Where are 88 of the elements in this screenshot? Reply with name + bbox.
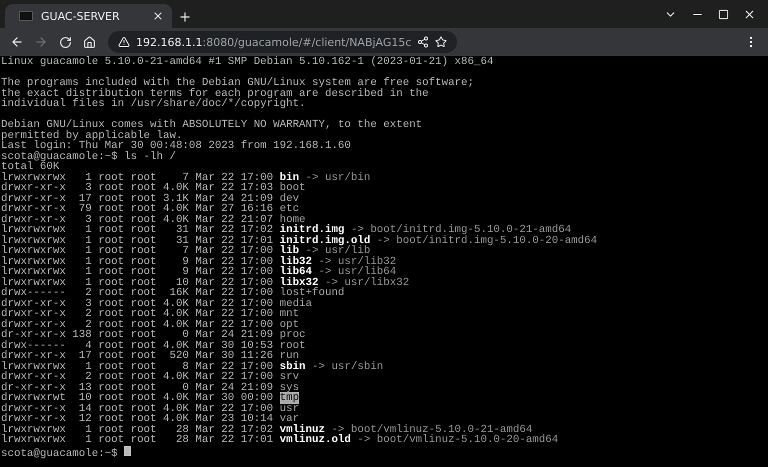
link-target: -> usr/bin bbox=[306, 172, 370, 184]
file-name: vmlinuz bbox=[280, 424, 325, 436]
file-info: lrwxrwxrwx 1 root root 7 Mar 22 17:00 bbox=[1, 245, 274, 257]
file-name: proc bbox=[280, 329, 306, 341]
file-info: drwxr-xr-x 2 root root 4.0K Mar 22 17:00 bbox=[1, 308, 274, 320]
maximize-icon[interactable] bbox=[718, 8, 729, 20]
file-name: run bbox=[280, 350, 300, 362]
file-info: drwxr-xr-x 3 root root 4.0K Mar 22 17:00 bbox=[1, 298, 274, 310]
terminal-text: total 60K bbox=[1, 161, 60, 173]
file-info: lrwxrwxrwx 1 root root 31 Mar 22 17:02 bbox=[1, 224, 274, 236]
text-cursor bbox=[124, 446, 131, 456]
file-info: drwx------ 2 root root 16K Mar 22 17:00 bbox=[1, 287, 274, 299]
terminal-text: Linux guacamole 5.10.0-21-amd64 #1 SMP Debian 5.10.162-1 (2023-01-21) x86_64 bbox=[1, 56, 494, 68]
file-info: drwxr-xr-x 14 root root 4.0K Mar 22 17:00 bbox=[1, 402, 274, 414]
file-info: drwxr-xr-x 12 root root 4.0K Mar 23 10:14 bbox=[1, 413, 274, 425]
file-info: dr-xr-xr-x 138 root root 0 Mar 24 21:09 bbox=[1, 329, 274, 341]
file-name: vmlinuz.old bbox=[280, 434, 351, 446]
file-name: sbin bbox=[280, 360, 306, 372]
file-info: lrwxrwxrwx 1 root root 28 Mar 22 17:01 bbox=[1, 434, 274, 446]
file-name: root bbox=[280, 340, 306, 352]
file-name: opt bbox=[280, 318, 300, 330]
warning-icon[interactable] bbox=[118, 36, 130, 48]
file-name: initrd.img.old bbox=[280, 234, 370, 246]
terminal-text: scota@guacamole:~$ ls -lh / bbox=[1, 150, 176, 162]
file-name: media bbox=[280, 298, 312, 310]
file-name: srv bbox=[280, 371, 300, 383]
file-name: mnt bbox=[280, 308, 300, 320]
terminal-text: The programs included with the Debian GNU/Linux system are free software; bbox=[1, 77, 474, 89]
file-info: lrwxrwxrwx 1 root root 31 Mar 22 17:01 bbox=[1, 234, 274, 246]
file-name: lib64 bbox=[280, 266, 312, 278]
terminal-favicon-icon bbox=[19, 11, 33, 21]
reload-icon bbox=[58, 36, 72, 48]
link-target: -> usr/sbin bbox=[312, 360, 384, 372]
forward-arrow-icon bbox=[34, 35, 48, 49]
url-host: 192.168.1.1 bbox=[136, 36, 202, 48]
terminal-text: individual files in /usr/share/doc/*/copyright. bbox=[1, 98, 306, 110]
file-info: drwxrwxrwt 10 root root 4.0K Mar 30 00:00 bbox=[1, 392, 274, 404]
link-target: -> boot/vmlinuz-5.10.0-21-amd64 bbox=[331, 424, 532, 436]
link-target: -> boot/initrd.img-5.10.0-20-amd64 bbox=[376, 234, 598, 246]
file-info: drwxr-xr-x 79 root root 4.0K Mar 27 16:16 bbox=[1, 203, 274, 215]
shell-prompt: scota@guacamole:~$ bbox=[1, 448, 118, 460]
link-target: -> boot/vmlinuz-5.10.0-20-amd64 bbox=[357, 434, 558, 446]
file-info: dr-xr-xr-x 13 root root 0 Mar 24 21:09 bbox=[1, 382, 274, 394]
plus-icon bbox=[178, 10, 192, 24]
close-icon[interactable] bbox=[743, 8, 756, 20]
link-target: -> usr/lib bbox=[306, 245, 370, 257]
file-info: drwxr-xr-x 17 root root 520 Mar 30 11:26 bbox=[1, 350, 274, 362]
address-bar[interactable]: 192.168.1.1:8080/guacamole/#/client/NABjAG15c bbox=[108, 31, 458, 53]
file-info: lrwxrwxrwx 1 root root 9 Mar 22 17:00 bbox=[1, 266, 274, 278]
link-target: -> usr/libx32 bbox=[324, 276, 410, 288]
file-name: sys bbox=[280, 382, 300, 394]
close-icon[interactable] bbox=[152, 10, 164, 22]
star-icon[interactable] bbox=[435, 36, 448, 48]
link-target: -> boot/initrd.img-5.10.0-21-amd64 bbox=[350, 224, 572, 236]
file-info: lrwxrwxrwx 1 root root 28 Mar 22 17:02 bbox=[1, 424, 274, 436]
browser-tab[interactable]: GUAC-SERVER bbox=[5, 4, 172, 28]
file-name: var bbox=[280, 413, 300, 425]
url-path: :8080/guacamole/#/client/NABjAG15c bbox=[202, 36, 412, 48]
file-info: drwxr-xr-x 2 root root 4.0K Mar 22 17:00 bbox=[1, 371, 274, 383]
file-info: drwxr-xr-x 3 root root 4.0K Mar 22 21:07 bbox=[1, 214, 274, 226]
file-name: libx32 bbox=[280, 276, 318, 288]
file-info: lrwxrwxrwx 1 root root 9 Mar 22 17:00 bbox=[1, 256, 274, 268]
file-info: lrwxrwxrwx 1 root root 8 Mar 22 17:00 bbox=[1, 360, 274, 372]
file-name: initrd.img bbox=[280, 224, 344, 236]
file-name: lib bbox=[280, 245, 300, 257]
file-name: lost+found bbox=[280, 287, 344, 299]
file-info: drwxr-xr-x 17 root root 3.1K Mar 24 21:09 bbox=[1, 192, 274, 204]
file-name: tmp bbox=[280, 392, 300, 404]
file-info: drwx------ 4 root root 4.0K Mar 30 10:53 bbox=[1, 340, 274, 352]
file-name: lib32 bbox=[280, 256, 312, 268]
terminal-text: Last login: Thu Mar 30 00:48:08 2023 from 192.168.1.60 bbox=[1, 140, 351, 152]
link-target: -> usr/lib64 bbox=[318, 266, 396, 278]
terminal-text: Debian GNU/Linux comes with ABSOLUTELY NO WARRANTY, to the extent bbox=[1, 119, 422, 131]
file-name: dev bbox=[280, 192, 300, 204]
home-icon bbox=[82, 36, 96, 48]
file-name: home bbox=[280, 214, 306, 226]
file-name: etc bbox=[280, 203, 300, 215]
file-info: lrwxrwxrwx 1 root root 10 Mar 22 17:00 bbox=[1, 276, 274, 288]
file-info: drwxr-xr-x 3 root root 4.0K Mar 22 17:03 bbox=[1, 182, 274, 194]
file-name: boot bbox=[280, 182, 306, 194]
file-name: bin bbox=[280, 172, 300, 184]
terminal-text: the exact distribution terms for each program are described in the bbox=[1, 88, 429, 100]
link-target: -> usr/lib32 bbox=[318, 256, 396, 268]
file-info: lrwxrwxrwx 1 root root 7 Mar 22 17:00 bbox=[1, 172, 274, 184]
terminal-text: permitted by applicable law. bbox=[1, 130, 182, 142]
file-info: drwxr-xr-x 2 root root 4.0K Mar 22 17:00 bbox=[1, 318, 274, 330]
share-icon[interactable] bbox=[417, 36, 430, 48]
file-name: usr bbox=[280, 402, 300, 414]
